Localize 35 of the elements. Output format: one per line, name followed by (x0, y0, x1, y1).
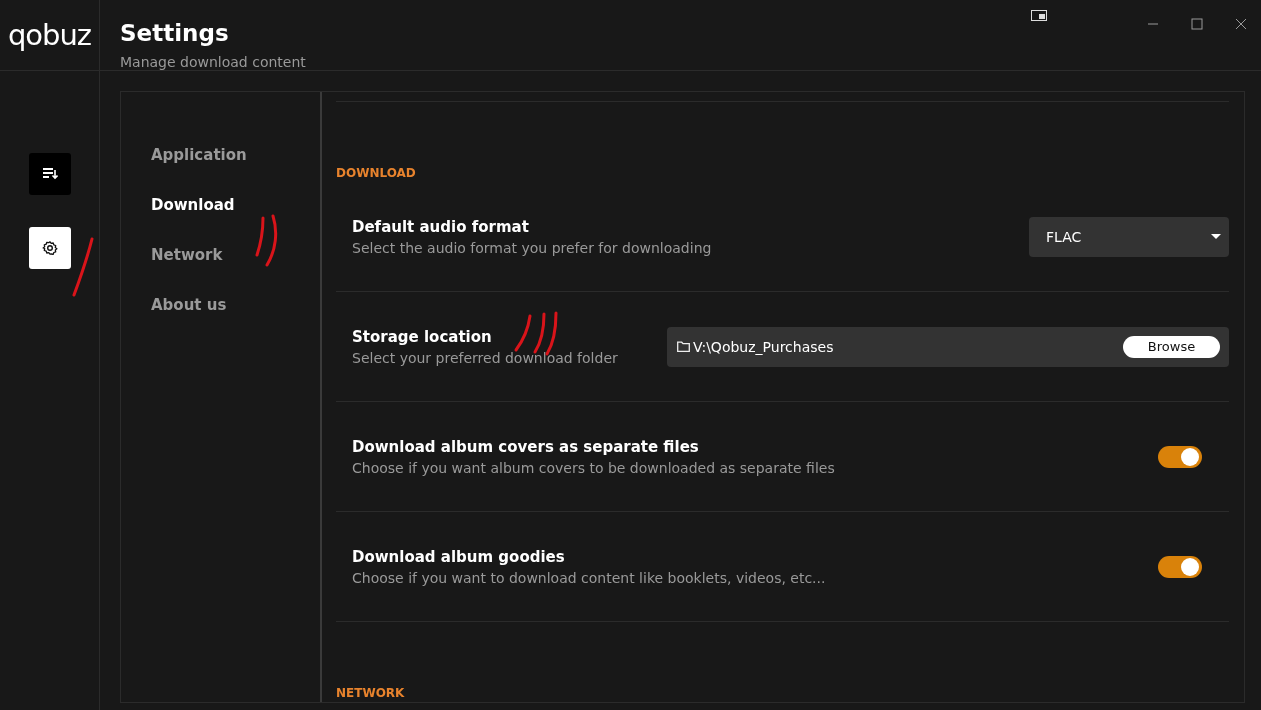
format-dropdown[interactable]: FLAC (1029, 216, 1229, 257)
toggle-switch[interactable] (1158, 555, 1202, 578)
folder-path-field[interactable]: V:\Qobuz_Purchases Browse (667, 326, 1229, 367)
sidebar-button[interactable] (28, 227, 71, 269)
caret-icon (1211, 234, 1221, 239)
folder-icon (677, 341, 690, 352)
app-logo: qobuz (7, 18, 92, 52)
section-heading: DOWNLOAD (336, 166, 417, 180)
setting-description: Choose if you want album covers to be downloaded as separate files (352, 459, 835, 476)
page-subtitle: Manage download content (120, 54, 306, 70)
setting-description: Choose if you want to download content like booklets, videos, etc... (352, 569, 826, 586)
pen-stroke-mark (72, 237, 94, 297)
section-heading: NETWORK (336, 686, 406, 700)
page-title: Settings (120, 20, 230, 46)
nav-item[interactable]: Application (151, 145, 247, 165)
setting-title: Default audio format (352, 217, 530, 236)
browse-button[interactable]: Browse (1123, 335, 1220, 358)
setting-title: Download album goodies (352, 547, 566, 566)
toggle-switch[interactable] (1158, 445, 1202, 468)
nav-item[interactable]: Network (151, 245, 223, 265)
dropdown-value: FLAC (1046, 228, 1082, 245)
folder-path: V:\Qobuz_Purchases (693, 338, 835, 355)
sidebar-button[interactable] (28, 153, 71, 195)
pen-stroke-mark (255, 214, 278, 267)
close-icon[interactable] (1235, 18, 1247, 30)
nav-item[interactable]: Download (151, 195, 235, 215)
setting-title: Storage location (352, 327, 493, 346)
maximize-icon[interactable] (1191, 18, 1203, 30)
nav-item[interactable]: About us (151, 295, 227, 315)
picture-in-picture-icon[interactable] (1031, 10, 1047, 22)
setting-description: Select your preferred download folder (352, 349, 618, 366)
settings-icon (41, 241, 58, 255)
download-list-icon (41, 167, 58, 181)
setting-title: Download album covers as separate files (352, 437, 700, 456)
setting-description: Select the audio format you prefer for downloading (352, 239, 712, 256)
